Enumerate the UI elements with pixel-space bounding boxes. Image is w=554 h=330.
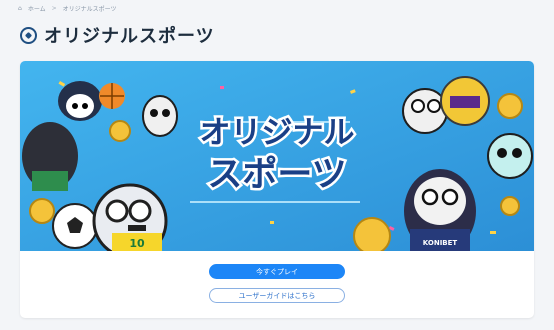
home-icon[interactable]: ⌂	[18, 5, 22, 12]
banner-title: オリジナル スポーツ	[197, 113, 357, 198]
banner-image: 10 オリジナル スポーツ KONIBET	[20, 61, 534, 251]
breadcrumb-home[interactable]: ホーム	[28, 4, 46, 13]
play-now-button[interactable]: 今すぐプレイ	[209, 264, 345, 279]
user-guide-button[interactable]: ユーザーガイドはこちら	[209, 288, 345, 303]
soccer-ball-icon	[20, 26, 37, 44]
breadcrumb-current: オリジナルスポーツ	[62, 6, 117, 13]
page-header: オリジナルスポーツ	[20, 22, 215, 48]
jersey-brand: KONIBET	[423, 239, 458, 247]
banner-title-line1: オリジナル	[200, 115, 355, 151]
breadcrumb: ⌂ ホーム > オリジナルスポーツ	[18, 4, 117, 13]
jersey-number: 10	[129, 237, 145, 250]
banner-title-line2: スポーツ	[207, 154, 346, 195]
game-card: 10 オリジナル スポーツ KONIBET 今すぐプレイ ユーザーガイドはこちら	[20, 61, 534, 318]
breadcrumb-separator: >	[51, 5, 57, 12]
page-title: オリジナルスポーツ	[44, 26, 215, 47]
